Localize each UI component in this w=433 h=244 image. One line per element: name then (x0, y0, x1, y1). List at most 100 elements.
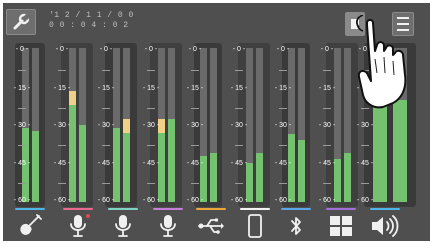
scale-label: - 60 - (142, 197, 160, 204)
wrench-icon (13, 13, 30, 30)
usb-icon (196, 212, 226, 240)
db-scale: - 0 - - 15 - - 30 - - 45 - - 60 - (182, 43, 208, 207)
scale-label: - 45 - (274, 160, 292, 167)
scale-label: - 30 - (186, 122, 204, 129)
scale-minor-tick (58, 70, 66, 71)
scale-label: - 60 - (53, 197, 71, 204)
scale-minor-tick (323, 183, 331, 184)
scale-label: - 45 - (97, 160, 115, 167)
scale-label: - 30 - (13, 122, 31, 129)
scale-label: - 45 - (53, 160, 71, 167)
level-bar-mic-1-r (79, 48, 86, 202)
scale-label: - 60 - (274, 197, 292, 204)
scale-minor-tick (191, 108, 199, 109)
scale-label: - 45 - (142, 160, 160, 167)
scale-minor-tick (18, 70, 26, 71)
scale-minor-tick (147, 108, 155, 109)
scale-minor-tick (191, 145, 199, 146)
scale-minor-tick (18, 145, 26, 146)
peak-segment (123, 119, 130, 133)
scale-label: - 30 - (230, 122, 248, 129)
db-scale: - 0 - - 15 - - 30 - - 45 - - 60 - (314, 43, 340, 207)
db-scale: - 0 - - 15 - - 30 - - 45 - - 60 - (9, 43, 35, 207)
source-color-line (63, 208, 93, 210)
scale-minor-tick (147, 183, 155, 184)
scale-minor-tick (191, 183, 199, 184)
source-mic-3-button[interactable] (150, 208, 186, 241)
level-bar-mic-3-r (168, 48, 175, 202)
level-bar-mic-2-r (123, 48, 130, 202)
speaker-icon (370, 212, 400, 240)
scale-label: - 0 - (320, 46, 334, 53)
guitar-icon (15, 212, 45, 240)
scale-minor-tick (102, 70, 110, 71)
source-mic-1-button[interactable] (60, 208, 96, 241)
source-color-line (370, 208, 400, 210)
source-color-line (196, 208, 226, 210)
source-bluetooth-button[interactable] (278, 208, 314, 241)
settings-button[interactable] (6, 9, 36, 35)
source-mobile-button[interactable] (237, 208, 273, 241)
scale-label: - 15 - (97, 85, 115, 92)
source-usb-button[interactable] (193, 208, 229, 241)
scale-minor-tick (147, 145, 155, 146)
db-scale: - 0 - - 15 - - 30 - - 45 - - 60 - (49, 43, 75, 207)
scale-minor-tick (235, 145, 243, 146)
scale-minor-tick (279, 145, 287, 146)
scale-minor-tick (323, 145, 331, 146)
source-master-button[interactable] (367, 208, 403, 241)
scale-label: - 15 - (13, 85, 31, 92)
scale-label: - 0 - (144, 46, 158, 53)
scale-label: - 30 - (97, 122, 115, 129)
mobile-icon (240, 212, 270, 240)
scale-minor-tick (18, 108, 26, 109)
scale-label: - 45 - (13, 160, 31, 167)
scale-label: - 60 - (230, 197, 248, 204)
datetime-display: '1 2 / 1 1 / 0 0 0 0 : 0 4 : 0 2 (49, 11, 134, 31)
scale-minor-tick (361, 145, 369, 146)
scale-label: - 60 - (13, 197, 31, 204)
scale-label: - 15 - (318, 85, 336, 92)
source-pads-button[interactable] (323, 208, 359, 241)
source-color-line (326, 208, 356, 210)
microphone-icon (153, 212, 183, 240)
db-scale: - 0 - - 15 - - 30 - - 45 - - 60 - (93, 43, 119, 207)
scale-label: - 0 - (15, 46, 29, 53)
pads-icon (326, 212, 356, 240)
scale-minor-tick (58, 145, 66, 146)
scale-minor-tick (58, 183, 66, 184)
hand-pointer-icon (356, 15, 407, 109)
scale-minor-tick (102, 145, 110, 146)
scale-minor-tick (279, 183, 287, 184)
level-bar-pads-r (344, 48, 351, 202)
scale-label: - 0 - (232, 46, 246, 53)
source-guitar-button[interactable] (12, 208, 48, 241)
scale-minor-tick (279, 108, 287, 109)
scale-label: - 0 - (276, 46, 290, 53)
scale-minor-tick (279, 70, 287, 71)
scale-label: - 0 - (99, 46, 113, 53)
scale-label: - 45 - (356, 160, 374, 167)
scale-label: - 30 - (142, 122, 160, 129)
scale-minor-tick (58, 108, 66, 109)
scale-label: - 15 - (142, 85, 160, 92)
level-bar-usb-r (210, 48, 217, 202)
scale-minor-tick (323, 108, 331, 109)
level-bar-mobile-r (256, 48, 263, 202)
scale-minor-tick (323, 70, 331, 71)
db-scale: - 0 - - 15 - - 30 - - 45 - - 60 - (138, 43, 164, 207)
scale-label: - 0 - (188, 46, 202, 53)
db-scale: - 0 - - 15 - - 30 - - 45 - - 60 - (270, 43, 296, 207)
scale-label: - 45 - (186, 160, 204, 167)
source-color-line (153, 208, 183, 210)
scale-minor-tick (147, 70, 155, 71)
scale-minor-tick (361, 183, 369, 184)
source-mic-2-button[interactable] (105, 208, 141, 241)
scale-label: - 60 - (97, 197, 115, 204)
scale-label: - 15 - (230, 85, 248, 92)
scale-label: - 60 - (356, 197, 374, 204)
scale-label: - 60 - (318, 197, 336, 204)
scale-label: - 60 - (186, 197, 204, 204)
scale-label: - 30 - (318, 122, 336, 129)
scale-minor-tick (191, 70, 199, 71)
